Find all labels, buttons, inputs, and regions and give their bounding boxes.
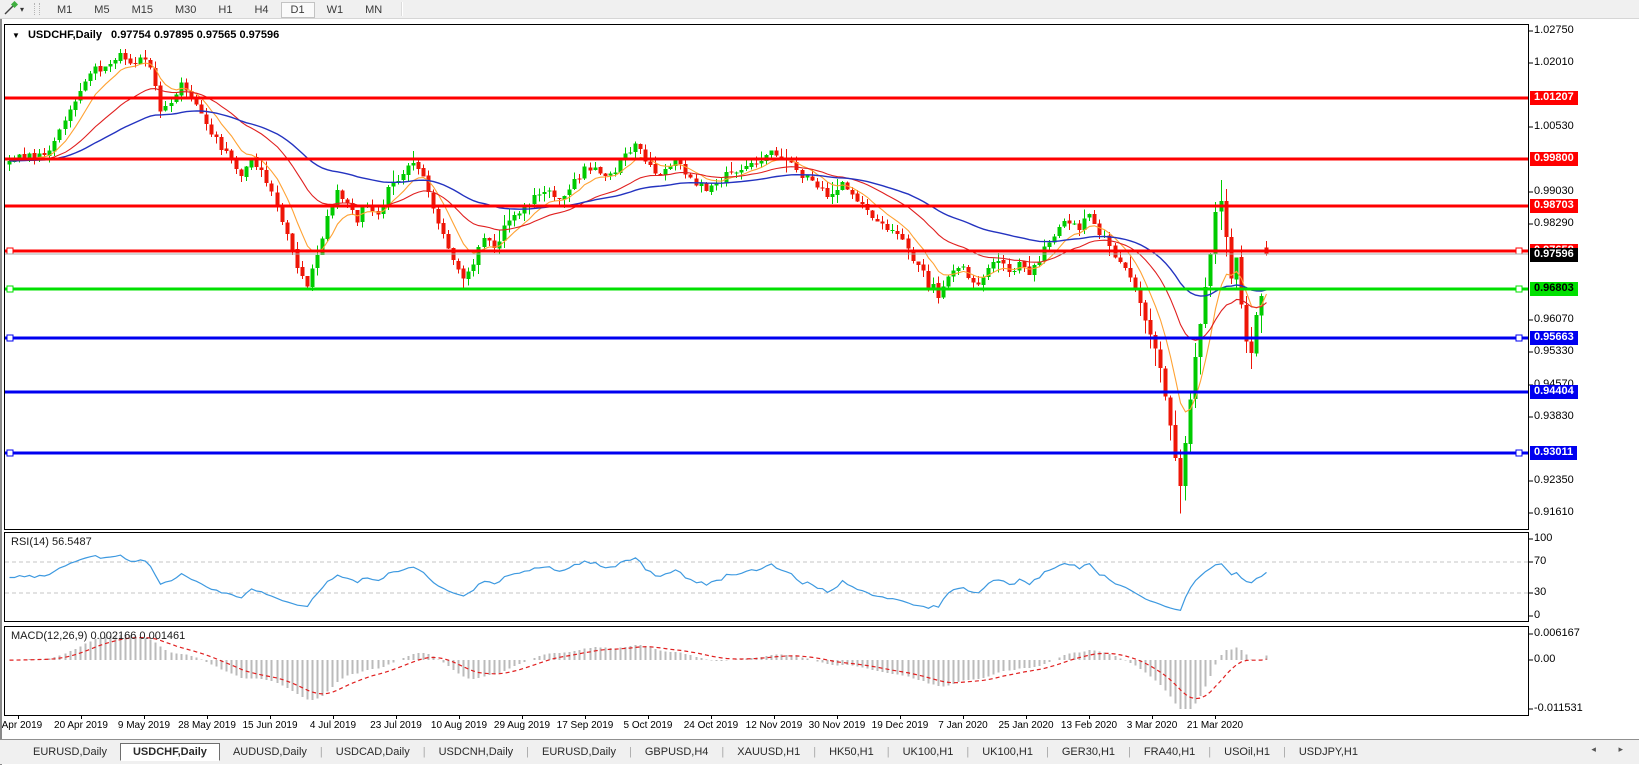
title-ohlc-values: 0.97754 0.97895 0.97565 0.97596 (111, 29, 279, 41)
date-label: 28 May 2019 (171, 720, 243, 731)
date-label: 17 Sep 2019 (549, 720, 621, 731)
chart-tab-xauusd-h1[interactable]: XAUUSD,H1 (724, 743, 813, 761)
date-label: 19 Dec 2019 (864, 720, 936, 731)
date-label: 4 Jul 2019 (297, 720, 369, 731)
date-label: 21 Mar 2020 (1179, 720, 1251, 731)
price-tick-label: 1.02750 (1534, 24, 1574, 36)
price-tick-label: 0.91610 (1534, 506, 1574, 518)
macd-axis-label: -0.011531 (1534, 702, 1583, 714)
timeframe-button-d1[interactable]: D1 (281, 2, 315, 18)
tab-scroll-controls: ◂ ▸ (1591, 744, 1633, 755)
chart-tab-gbpusd-h4[interactable]: GBPUSD,H4 (632, 743, 722, 761)
chart-tab-usdcnh-daily[interactable]: USDCNH,Daily (426, 743, 527, 761)
timeframe-buttons: M1M5M15M30H1H4D1W1MN (46, 0, 393, 18)
chart-tab-uk100-h1[interactable]: UK100,H1 (969, 743, 1046, 761)
chart-tab-eurusd-daily[interactable]: EURUSD,Daily (529, 743, 629, 761)
timeframe-button-mn[interactable]: MN (355, 2, 392, 18)
timeframe-button-m1[interactable]: M1 (47, 2, 82, 18)
tab-scroll-right-icon[interactable]: ▸ (1618, 744, 1633, 754)
price-tick-label: 0.96070 (1534, 313, 1574, 325)
chart-tab-audusd-daily[interactable]: AUDUSD,Daily (220, 743, 320, 761)
price-tick-label: 0.92350 (1534, 474, 1574, 486)
price-tick-label: 0.93830 (1534, 410, 1574, 422)
date-label: 25 Jan 2020 (990, 720, 1062, 731)
date-label: 12 Nov 2019 (738, 720, 810, 731)
toolbar-dropdown-caret[interactable]: ▾ (20, 5, 24, 14)
price-level-badge: 0.93011 (1530, 446, 1577, 460)
price-level-badge: 0.95663 (1530, 331, 1578, 345)
price-level-badge: 1.01207 (1530, 91, 1578, 105)
window-left-edge (0, 18, 2, 765)
chart-tab-usdjpy-h1[interactable]: USDJPY,H1 (1286, 743, 1371, 761)
price-level-badge: 0.94404 (1530, 385, 1578, 399)
chart-tab-bar: EURUSD,DailyUSDCHF,DailyAUDUSD,Daily|USD… (0, 739, 1639, 764)
chart-tabs: EURUSD,DailyUSDCHF,DailyAUDUSD,Daily|USD… (0, 740, 1371, 764)
timeframe-button-h4[interactable]: H4 (244, 2, 278, 18)
timeframe-button-w1[interactable]: W1 (317, 2, 354, 18)
chart-tab-uk100-h1[interactable]: UK100,H1 (890, 743, 967, 761)
timeframe-toolbar: ▾ M1M5M15M30H1H4D1W1MN (0, 0, 1639, 19)
timeframe-button-h1[interactable]: H1 (208, 2, 242, 18)
title-symbol-period: USDCHF,Daily (28, 29, 102, 41)
tab-scroll-left-icon[interactable]: ◂ (1591, 744, 1606, 754)
price-tick-label: 1.00530 (1534, 120, 1574, 132)
date-label: 9 May 2019 (108, 720, 180, 731)
price-tick-label: 0.95330 (1534, 345, 1574, 357)
rsi-indicator-label: RSI(14) 56.5487 (11, 536, 92, 548)
toolbar-separator (401, 2, 403, 16)
date-label: 23 Jul 2019 (360, 720, 432, 731)
date-label: 7 Jan 2020 (927, 720, 999, 731)
chart-title: ▼ USDCHF,Daily 0.97754 0.97895 0.97565 0… (12, 29, 279, 41)
date-label: 15 Jun 2019 (234, 720, 306, 731)
chart-tab-ger30-h1[interactable]: GER30,H1 (1049, 743, 1128, 761)
date-label: 20 Apr 2019 (45, 720, 117, 731)
date-label: 5 Oct 2019 (612, 720, 684, 731)
toolbar-grip (34, 3, 40, 15)
title-collapse-icon[interactable]: ▼ (12, 31, 20, 40)
chart-tab-hk50-h1[interactable]: HK50,H1 (816, 743, 887, 761)
chart-tab-eurusd-daily[interactable]: EURUSD,Daily (20, 743, 120, 761)
date-label: 10 Aug 2019 (423, 720, 495, 731)
chart-tab-usdchf-daily[interactable]: USDCHF,Daily (120, 743, 220, 761)
rsi-axis-label: 100 (1534, 532, 1552, 544)
price-tick-label: 0.98290 (1534, 217, 1574, 229)
timeframe-button-m30[interactable]: M30 (165, 2, 206, 18)
price-tick-label: 0.99030 (1534, 185, 1574, 197)
date-label: 24 Oct 2019 (675, 720, 747, 731)
rsi-axis-label: 0 (1534, 609, 1540, 621)
date-label: 13 Feb 2020 (1053, 720, 1125, 731)
date-label: 30 Nov 2019 (801, 720, 873, 731)
price-level-badge: 0.99800 (1530, 152, 1578, 166)
rsi-axis-label: 70 (1534, 555, 1546, 567)
current-price-badge: 0.97596 (1530, 248, 1578, 262)
chart-tab-usoil-h1[interactable]: USOil,H1 (1211, 743, 1283, 761)
macd-axis-label: 0.006167 (1534, 627, 1580, 639)
price-level-badge: 0.98703 (1530, 199, 1578, 213)
price-tick-label: 1.02010 (1534, 56, 1574, 68)
macd-axis-label: 0.00 (1534, 653, 1555, 665)
date-label: 3 Mar 2020 (1116, 720, 1188, 731)
rsi-axis-label: 30 (1534, 586, 1546, 598)
chart-tab-fra40-h1[interactable]: FRA40,H1 (1131, 743, 1208, 761)
crosshair-tool-icon[interactable] (2, 1, 20, 17)
macd-indicator-label: MACD(12,26,9) 0.002166 0.001461 (11, 630, 185, 642)
price-level-badge: 0.96803 (1530, 282, 1578, 296)
chart-tab-usdcad-daily[interactable]: USDCAD,Daily (323, 743, 423, 761)
date-label: 29 Aug 2019 (486, 720, 558, 731)
timeframe-button-m5[interactable]: M5 (84, 2, 119, 18)
timeframe-button-m15[interactable]: M15 (122, 2, 163, 18)
